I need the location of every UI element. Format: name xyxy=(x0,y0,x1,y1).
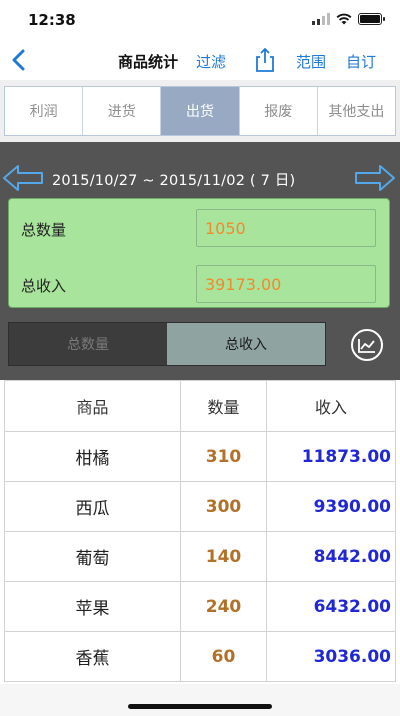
product-name: 苹果 xyxy=(4,582,180,631)
scroll-area-bottom xyxy=(0,684,400,716)
product-qty: 140 xyxy=(180,532,266,581)
segment-total-income[interactable]: 总收入 xyxy=(167,323,325,365)
custom-button[interactable]: 自订 xyxy=(346,51,376,72)
product-name: 西瓜 xyxy=(4,482,180,531)
tab-shipment[interactable]: 出货 xyxy=(161,87,240,135)
product-income: 8442.00 xyxy=(266,532,396,581)
table-row[interactable]: 柑橘 310 11873.00 xyxy=(4,432,396,482)
category-tabs: 利润 进货 出货 报废 其他支出 xyxy=(4,86,396,136)
segment-total-qty[interactable]: 总数量 xyxy=(9,323,167,365)
tab-profit[interactable]: 利润 xyxy=(5,87,84,135)
tab-purchase[interactable]: 进货 xyxy=(83,87,162,135)
chart-icon[interactable] xyxy=(350,328,384,362)
product-qty: 300 xyxy=(180,482,266,531)
arrow-right-icon[interactable] xyxy=(354,164,396,192)
navigation-bar: 商品统计 过滤 范围 自订 xyxy=(0,40,400,80)
product-name: 葡萄 xyxy=(4,532,180,581)
table-row[interactable]: 香蕉 60 3036.00 xyxy=(4,632,396,682)
table-row[interactable]: 葡萄 140 8442.00 xyxy=(4,532,396,582)
status-bar: 12:38 xyxy=(0,0,400,40)
total-income-value: 39173.00 xyxy=(196,265,376,303)
total-qty-label: 总数量 xyxy=(21,221,67,239)
signal-icon xyxy=(312,13,330,25)
table-row[interactable]: 苹果 240 6432.00 xyxy=(4,582,396,632)
chevron-left-icon[interactable] xyxy=(6,46,32,74)
status-time: 12:38 xyxy=(28,11,76,29)
header-product[interactable]: 商品 xyxy=(4,381,180,431)
product-income: 9390.00 xyxy=(266,482,396,531)
table-header: 商品 数量 收入 xyxy=(4,380,396,432)
wifi-icon xyxy=(336,13,352,25)
header-income[interactable]: 收入 xyxy=(266,381,396,431)
product-income: 11873.00 xyxy=(266,432,396,481)
arrow-left-icon[interactable] xyxy=(2,164,44,192)
status-icons xyxy=(312,13,385,25)
product-qty: 310 xyxy=(180,432,266,481)
tab-other-expenses[interactable]: 其他支出 xyxy=(318,87,395,135)
battery-icon xyxy=(358,13,385,25)
sort-segmented-control: 总数量 总收入 xyxy=(8,322,326,366)
range-button[interactable]: 范围 xyxy=(296,51,326,72)
product-name: 柑橘 xyxy=(4,432,180,481)
share-icon[interactable] xyxy=(252,46,278,74)
total-qty-value: 1050 xyxy=(196,209,376,247)
product-qty: 240 xyxy=(180,582,266,631)
category-tabs-container: 利润 进货 出货 报废 其他支出 xyxy=(0,80,400,142)
tab-scrap[interactable]: 报废 xyxy=(240,87,318,135)
table-row[interactable]: 西瓜 300 9390.00 xyxy=(4,482,396,532)
stats-panel: 2015/10/27 ~ 2015/11/02 ( 7 日) 总数量 1050 … xyxy=(0,142,400,380)
filter-button[interactable]: 过滤 xyxy=(196,51,226,72)
product-qty: 60 xyxy=(180,632,266,681)
home-indicator[interactable] xyxy=(128,704,272,709)
summary-box: 总数量 1050 总收入 39173.00 xyxy=(8,198,390,308)
product-income: 3036.00 xyxy=(266,632,396,681)
header-qty[interactable]: 数量 xyxy=(180,381,266,431)
product-income: 6432.00 xyxy=(266,582,396,631)
product-table: 商品 数量 收入 柑橘 310 11873.00 西瓜 300 9390.00 … xyxy=(4,380,396,682)
product-name: 香蕉 xyxy=(4,632,180,681)
total-income-label: 总收入 xyxy=(21,277,67,295)
date-range: 2015/10/27 ~ 2015/11/02 ( 7 日) xyxy=(52,173,296,189)
page-title: 商品统计 xyxy=(118,53,179,71)
